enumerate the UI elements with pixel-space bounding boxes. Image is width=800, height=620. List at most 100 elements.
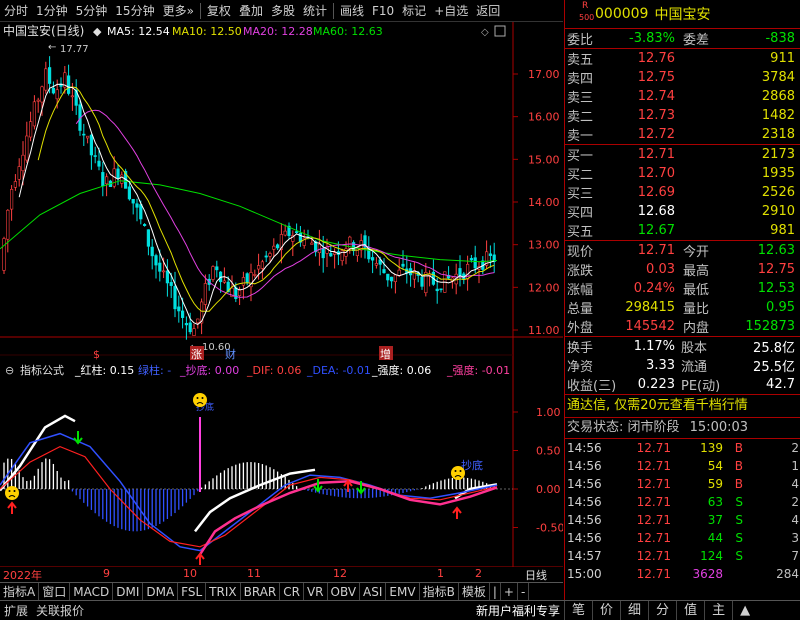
ma60-label: MA60: 12.63 <box>313 25 383 38</box>
toolbar-item[interactable]: 叠加 <box>235 0 267 22</box>
indicator-tab[interactable]: + <box>501 583 518 601</box>
tick-row[interactable]: 14:56 12.71 37 S 4 <box>565 511 800 529</box>
indicator-tab[interactable]: 模板 <box>459 583 490 601</box>
tick-row[interactable]: 14:56 12.71 63 S 2 <box>565 493 800 511</box>
candle-body <box>188 322 192 333</box>
toolbar-item[interactable]: 标记 <box>398 0 430 22</box>
fundamental-label: 收益(三) <box>567 379 617 394</box>
candle-body <box>36 99 40 102</box>
indicator-tab[interactable]: OBV <box>328 583 361 601</box>
finance-marker[interactable]: 财 <box>225 347 236 361</box>
indicator-tab[interactable]: | <box>490 583 501 601</box>
quote-promo-banner[interactable]: 通达信, 仅需20元查看千档行情 <box>565 395 800 417</box>
quote-subtab[interactable]: 价 <box>592 600 620 620</box>
extend-button[interactable]: 扩展 <box>0 602 32 619</box>
order-book-row[interactable]: 卖三 12.74 2868 <box>565 87 800 106</box>
quote-subtab[interactable]: 细 <box>620 600 648 620</box>
tick-row[interactable]: 14:56 12.71 44 S 3 <box>565 529 800 547</box>
indicator-tab[interactable]: MACD <box>70 583 114 601</box>
indicator-tab[interactable]: 指标B <box>420 583 459 601</box>
candle-body <box>473 257 477 269</box>
promo-link[interactable]: 新用户福利专享 <box>472 602 564 619</box>
order-book-row[interactable]: 买三 12.69 2526 <box>565 183 800 202</box>
tick-price: 12.71 <box>636 549 671 563</box>
stat-value: 298415 <box>625 300 675 315</box>
order-level-label: 卖一 <box>567 129 594 144</box>
indicator-tab[interactable]: CR <box>280 583 304 601</box>
indicator-tab[interactable]: 指标A <box>0 583 40 601</box>
tick-row[interactable]: 14:56 12.71 54 B 1 <box>565 457 800 475</box>
indicator-tab[interactable]: DMI <box>113 583 144 601</box>
candle-body <box>283 230 287 236</box>
toolbar-item[interactable]: 画线 <box>336 0 368 22</box>
quote-subtab[interactable]: ▲ <box>732 600 757 620</box>
y-tick-label: 15.00 <box>528 153 560 166</box>
trade-status-time: 15:00:03 <box>689 420 749 435</box>
tick-time: 14:57 <box>567 549 602 563</box>
order-book-row[interactable]: 卖二 12.73 1482 <box>565 106 800 125</box>
indicator-tab[interactable]: ASI <box>360 583 387 601</box>
order-book-row[interactable]: 卖四 12.75 3784 <box>565 68 800 87</box>
indicator-tab[interactable]: VR <box>304 583 328 601</box>
candle-body <box>173 286 177 310</box>
tick-row[interactable]: 15:00 12.71 3628 284 <box>565 565 800 583</box>
kline-chart[interactable]: 中国宝安(日线) ◆ MA5: 12.54 MA10: 12.50 MA20: … <box>0 22 564 572</box>
toolbar-item[interactable]: 分时 <box>0 0 32 22</box>
tick-list[interactable]: 14:56 12.71 139 B 2 14:56 12.71 54 B 1 14:56 12.71 5… <box>565 439 800 583</box>
order-price: 12.76 <box>637 51 675 66</box>
increase-marker[interactable]: 增 <box>380 347 391 361</box>
stat-label: 涨幅 <box>567 283 594 298</box>
sub-collapse-icon[interactable]: ⊖ <box>5 364 14 377</box>
toolbar-item[interactable]: 15分钟 <box>111 0 158 22</box>
quote-stats: 现价 12.71 今开 12.63 涨跌 0.03 最高 12.75 涨幅 0.24% 最低 12.5… <box>565 241 800 336</box>
limit-up-marker[interactable]: 涨 <box>191 348 202 361</box>
order-book-row[interactable]: 买二 12.70 1935 <box>565 164 800 183</box>
high-price-label: 17.77 <box>60 44 89 55</box>
period-label[interactable]: 日线 <box>525 567 547 583</box>
candle-body <box>203 283 208 305</box>
indicator-tab[interactable]: - <box>518 583 530 601</box>
chart-area[interactable]: 中国宝安(日线) ◆ MA5: 12.54 MA10: 12.50 MA20: … <box>0 22 564 572</box>
order-level-label: 买二 <box>567 168 594 183</box>
toolbar-item[interactable]: 统计 <box>299 0 331 22</box>
related-quote-button[interactable]: 关联报价 <box>32 602 88 619</box>
indicator-tab[interactable]: BRAR <box>241 583 281 601</box>
order-book-row[interactable]: 买四 12.68 2910 <box>565 202 800 221</box>
tick-side: B <box>734 441 743 455</box>
sub-indicator-name[interactable]: 指标公式 <box>20 363 64 377</box>
indicator-tab[interactable]: DMA <box>143 583 179 601</box>
order-book-row[interactable]: 卖五 12.76 911 <box>565 49 800 68</box>
fundamental-value: 0.223 <box>637 377 675 392</box>
quote-subtab[interactable]: 笔 <box>564 600 592 620</box>
quote-subtab[interactable]: 主 <box>704 600 732 620</box>
tick-volume: 124 <box>700 549 723 563</box>
toolbar-item[interactable]: 返回 <box>472 0 504 22</box>
toolbar-item[interactable]: +自选 <box>430 0 472 22</box>
chaodi-label: _抄底: 0.00 <box>179 363 239 377</box>
stat-row: 涨跌 0.03 最高 12.75 <box>565 260 800 279</box>
toolbar-item[interactable]: F10 <box>368 0 398 22</box>
high-label-arrow: ← <box>48 42 56 53</box>
dividend-marker[interactable]: $ <box>93 348 100 361</box>
quote-subtab[interactable]: 值 <box>676 600 704 620</box>
order-book-row[interactable]: 买五 12.67 981 <box>565 221 800 240</box>
tick-row[interactable]: 14:56 12.71 139 B 2 <box>565 439 800 457</box>
quote-subtab[interactable]: 分 <box>648 600 676 620</box>
toolbar-item[interactable]: 复权 <box>203 0 235 22</box>
order-book-row[interactable]: 买一 12.71 2173 <box>565 145 800 164</box>
toolbar-item[interactable]: 1分钟 <box>32 0 72 22</box>
order-book-row[interactable]: 卖一 12.72 2318 <box>565 125 800 144</box>
stat-row: 现价 12.71 今开 12.63 <box>565 241 800 260</box>
toolbar-item[interactable]: 5分钟 <box>72 0 112 22</box>
toolbar-item[interactable]: 多股 <box>267 0 299 22</box>
diamond-icon[interactable]: ◇ <box>481 27 489 38</box>
indicator-tab[interactable]: FSL <box>178 583 207 601</box>
tick-volume: 59 <box>707 477 723 491</box>
candle-body <box>120 174 124 184</box>
indicator-tab[interactable]: EMV <box>386 583 420 601</box>
tick-row[interactable]: 14:57 12.71 124 S 7 <box>565 547 800 565</box>
tick-row[interactable]: 14:56 12.71 59 B 4 <box>565 475 800 493</box>
indicator-tab[interactable]: 窗口 <box>39 583 71 601</box>
toolbar-item[interactable]: 更多» <box>159 0 198 22</box>
indicator-tab[interactable]: TRIX <box>206 583 241 601</box>
